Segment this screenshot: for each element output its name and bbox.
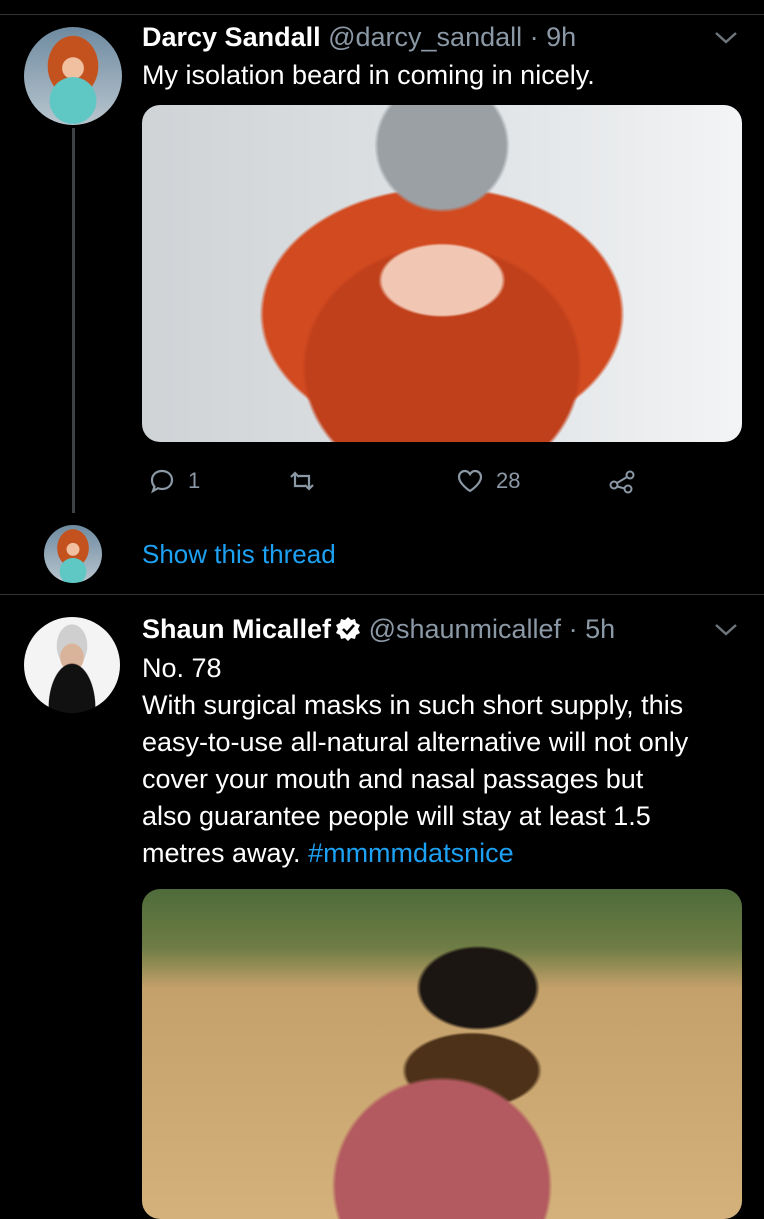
avatar-darcy-sandall-small[interactable] bbox=[44, 525, 102, 583]
like-count: 28 bbox=[496, 468, 521, 493]
tweet-time[interactable]: 5h bbox=[585, 614, 615, 644]
author-name[interactable]: Darcy Sandall bbox=[142, 22, 321, 52]
chevron-down-icon[interactable] bbox=[712, 620, 740, 640]
tweet-time[interactable]: 9h bbox=[546, 22, 576, 52]
tweet-line: also guarantee people will stay at least… bbox=[142, 801, 651, 831]
separator-dot: · bbox=[529, 22, 539, 52]
tweet-line: cover your mouth and nasal passages but bbox=[142, 764, 644, 794]
tweet-line: metres away. #mmmmdatsnice bbox=[142, 835, 752, 872]
thread-connector-line bbox=[72, 128, 75, 513]
like-icon bbox=[457, 469, 483, 493]
share-button[interactable] bbox=[608, 467, 636, 495]
separator-dot: · bbox=[568, 614, 578, 644]
show-thread-link[interactable]: Show this thread bbox=[142, 537, 336, 571]
verified-badge-icon bbox=[336, 617, 361, 641]
reply-button[interactable]: 1 bbox=[148, 467, 200, 495]
tweet-text: No. 78 With surgical masks in such short… bbox=[142, 650, 752, 872]
reply-count: 1 bbox=[188, 468, 201, 493]
tweet-image[interactable] bbox=[142, 105, 742, 442]
tweet-line: easy-to-use all-natural alternative will… bbox=[142, 727, 689, 757]
author-name[interactable]: Shaun Micallef bbox=[142, 614, 331, 644]
avatar-darcy-sandall[interactable] bbox=[24, 27, 122, 125]
tweet-image[interactable] bbox=[142, 889, 742, 1219]
retweet-icon bbox=[290, 471, 314, 491]
chevron-down-icon[interactable] bbox=[712, 28, 740, 48]
reply-icon bbox=[150, 469, 174, 494]
tweet-line-text: metres away. bbox=[142, 838, 301, 868]
tweet-line: With surgical masks in such short supply… bbox=[142, 690, 684, 720]
tweet-header: Shaun Micallef @shaunmicallef · 5h bbox=[142, 612, 615, 646]
avatar-shaun-micallef[interactable] bbox=[24, 617, 120, 713]
tweet-text: My isolation beard in coming in nicely. bbox=[142, 60, 595, 90]
tweet-line: No. 78 bbox=[142, 653, 222, 683]
like-button[interactable]: 28 bbox=[456, 467, 520, 495]
tweet-header: Darcy Sandall @darcy_sandall · 9h bbox=[142, 20, 576, 54]
retweet-button[interactable] bbox=[288, 467, 316, 495]
hashtag-link[interactable]: #mmmmdatsnice bbox=[308, 838, 514, 868]
author-handle[interactable]: @darcy_sandall bbox=[328, 22, 522, 52]
divider bbox=[0, 594, 764, 595]
divider bbox=[0, 14, 764, 15]
share-icon bbox=[609, 470, 635, 494]
tweet-actions: 1 28 bbox=[142, 463, 742, 499]
author-handle[interactable]: @shaunmicallef bbox=[369, 614, 562, 644]
